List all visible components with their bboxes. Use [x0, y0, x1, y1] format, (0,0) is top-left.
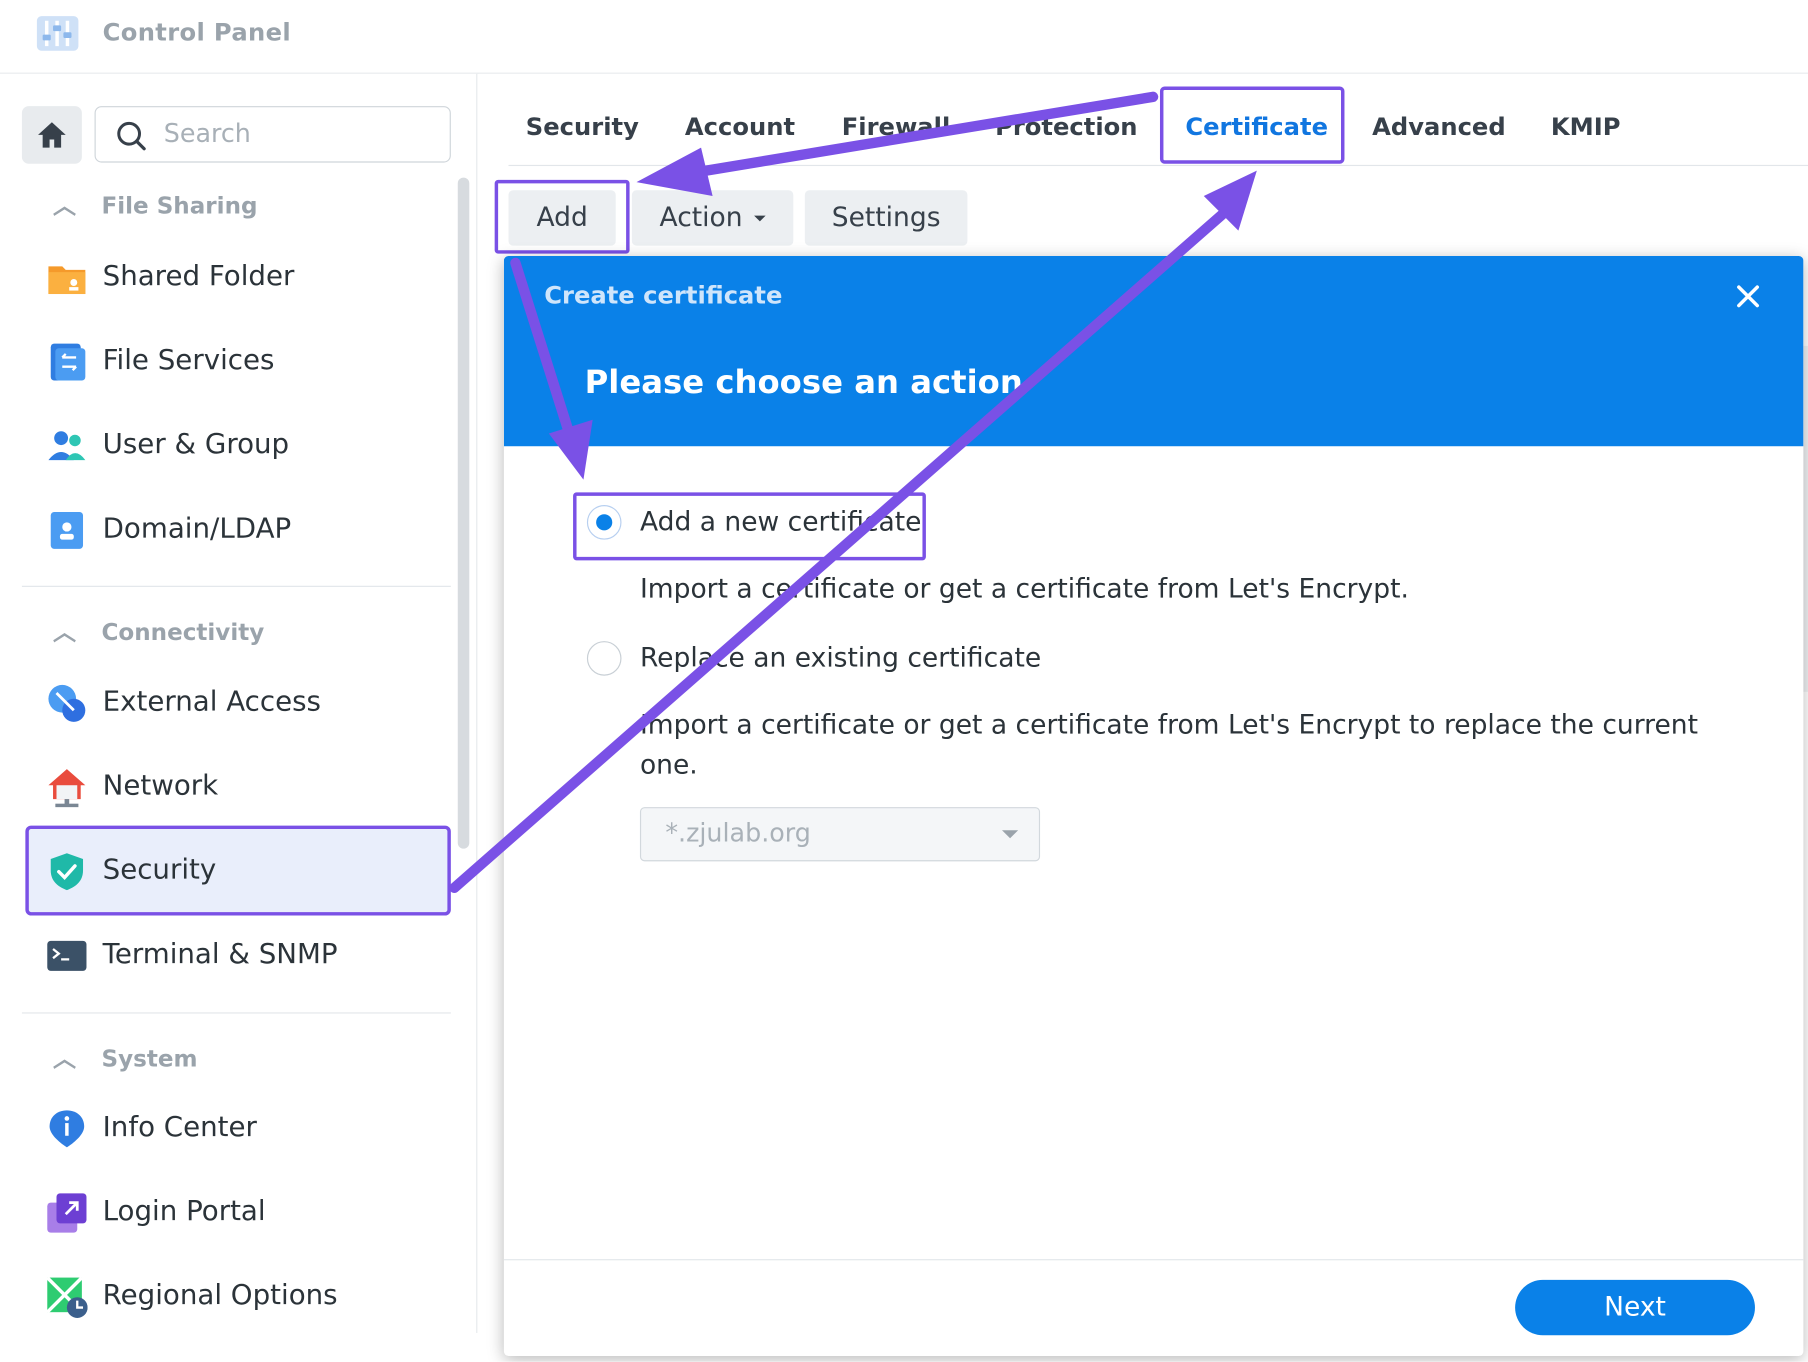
sidebar-item-domain-ldap[interactable]: Domain/LDAP [25, 484, 450, 574]
chevron-down-icon [1002, 830, 1019, 839]
sidebar-item-shared-folder[interactable]: Shared Folder [25, 232, 450, 322]
chevron-up-icon: ︿ [53, 618, 77, 646]
sidebar-item-label: User & Group [102, 427, 290, 461]
section-file-sharing[interactable]: ︿ File Sharing [53, 187, 257, 220]
section-label: System [101, 1044, 198, 1073]
sidebar-item-label: File Services [102, 343, 275, 376]
sidebar-item-file-services[interactable]: File Services [25, 316, 450, 406]
sidebar-item-label: Terminal & SNMP [102, 937, 338, 970]
sidebar-item-label: Regional Options [102, 1278, 338, 1312]
section-label: File Sharing [101, 191, 258, 220]
home-icon [38, 122, 66, 148]
sidebar-item-info-center[interactable]: Info Center [25, 1083, 450, 1173]
file-services-icon [50, 343, 86, 381]
caret-down-icon [754, 215, 766, 221]
login-portal-icon [47, 1193, 87, 1233]
certificate-tab-highlight [1159, 86, 1345, 164]
radio-highlight [573, 492, 926, 561]
section-connectivity[interactable]: ︿ Connectivity [53, 613, 264, 646]
tab-advanced[interactable]: Advanced [1372, 113, 1506, 141]
tab-kmip[interactable]: KMIP [1551, 113, 1621, 141]
domain-icon [50, 511, 84, 549]
tab-firewall[interactable]: Firewall [842, 113, 951, 141]
search-input[interactable]: Search [94, 106, 451, 163]
chevron-up-icon: ︿ [53, 191, 77, 220]
sidebar-item-login-portal[interactable]: Login Portal [25, 1167, 450, 1257]
title-bar: Control Panel [0, 0, 1808, 74]
sidebar-item-network[interactable]: Network [25, 741, 450, 831]
home-button[interactable] [21, 106, 82, 164]
network-icon [48, 769, 86, 808]
certificate-select[interactable]: *.zjulab.org [639, 807, 1041, 862]
tab-protection[interactable]: Protection [995, 113, 1137, 141]
section-system[interactable]: ︿ System [53, 1040, 197, 1073]
sidebar-item-user-group[interactable]: User & Group [25, 400, 450, 490]
add-button-highlight [494, 179, 630, 254]
create-certificate-dialog: Create certificate Please choose an acti… [503, 255, 1804, 1356]
chevron-up-icon: ︿ [53, 1044, 77, 1073]
folder-icon [48, 266, 86, 295]
sidebar-item-label: Info Center [102, 1110, 257, 1143]
settings-button[interactable]: Settings [804, 190, 968, 246]
action-button[interactable]: Action [631, 190, 794, 246]
sidebar-item-label: Login Portal [102, 1194, 266, 1227]
certificate-select-value: *.zjulab.org [665, 819, 811, 849]
sidebar-item-label: Domain/LDAP [102, 511, 292, 545]
tab-account[interactable]: Account [685, 113, 795, 141]
radio-replace-certificate[interactable] [586, 641, 622, 676]
option-desc-replace: Import a certificate or get a certificat… [639, 710, 1699, 781]
close-icon[interactable] [1733, 281, 1763, 311]
option-desc-add: Import a certificate or get a certificat… [639, 574, 1409, 605]
sidebar-divider [21, 1012, 451, 1014]
dialog-subtitle: Please choose an action [584, 363, 1023, 402]
sidebar-item-label: Security [102, 853, 217, 886]
sidebar-item-regional-options[interactable]: Regional Options [25, 1251, 450, 1341]
sidebar: Search ︿ File Sharing Shared Folder File … [0, 73, 478, 1333]
app-title: Control Panel [102, 18, 292, 47]
sidebar-item-external-access[interactable]: External Access [25, 657, 450, 747]
users-icon [48, 431, 86, 461]
sidebar-scrollbar[interactable] [457, 177, 470, 849]
next-button[interactable]: Next [1515, 1279, 1755, 1336]
dialog-header: Create certificate Please choose an acti… [503, 255, 1804, 447]
external-access-icon [48, 684, 86, 722]
option-label-replace[interactable]: Replace an existing certificate [640, 643, 1041, 673]
tab-security[interactable]: Security [526, 113, 639, 141]
dialog-title: Create certificate [544, 281, 783, 310]
action-label: Action [659, 202, 743, 233]
search-icon [117, 121, 146, 151]
search-placeholder: Search [163, 119, 251, 149]
sidebar-item-label: Network [102, 769, 219, 802]
sidebar-item-security[interactable]: Security [25, 825, 451, 916]
dialog-footer-divider [503, 1259, 1804, 1261]
tab-divider [508, 164, 1808, 167]
control-panel-icon [36, 16, 79, 51]
shield-icon [50, 853, 84, 891]
sidebar-item-terminal-snmp[interactable]: Terminal & SNMP [25, 910, 450, 1000]
section-label: Connectivity [101, 618, 265, 646]
info-icon [49, 1110, 85, 1148]
sidebar-item-label: Shared Folder [102, 259, 295, 292]
sidebar-item-label: External Access [102, 684, 321, 718]
sidebar-divider [21, 585, 451, 587]
terminal-icon [47, 940, 87, 971]
regional-options-icon [46, 1276, 88, 1318]
